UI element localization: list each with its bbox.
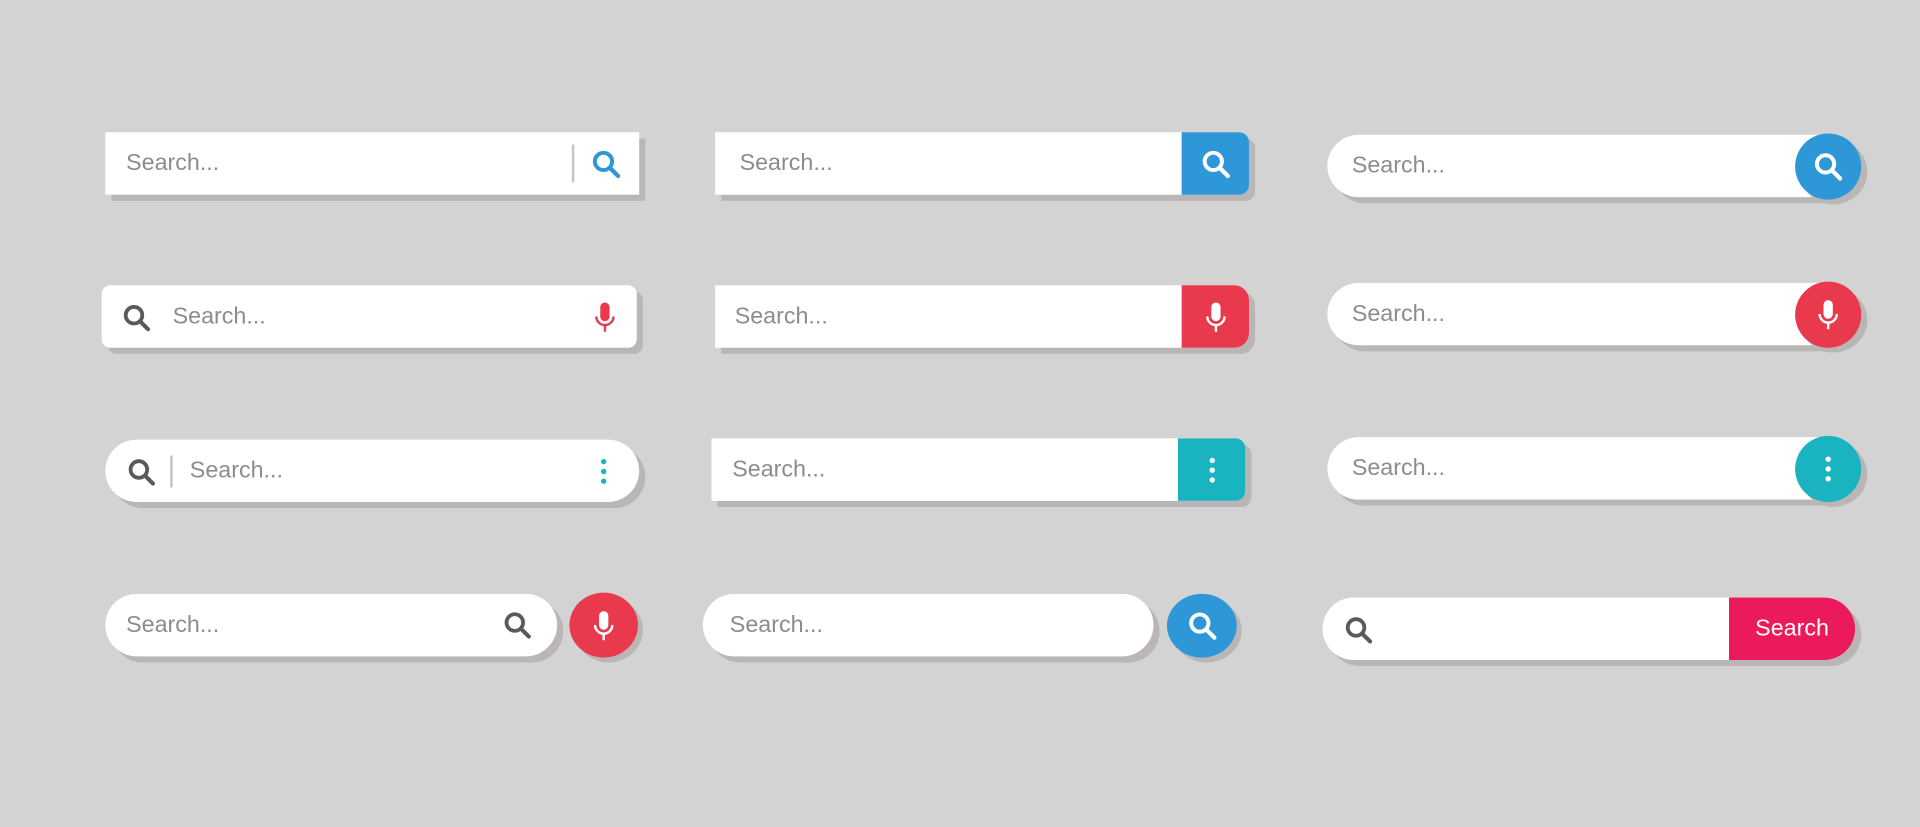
voice-search-button[interactable] bbox=[1795, 281, 1862, 348]
search-bar-11[interactable]: Search... bbox=[702, 593, 1154, 657]
search-icon bbox=[1199, 148, 1231, 180]
search-bar-collection: Search... Search... Search... Search... … bbox=[0, 0, 1920, 827]
search-bar-3[interactable]: Search... bbox=[1327, 133, 1862, 200]
search-icon[interactable] bbox=[590, 148, 622, 180]
search-button[interactable] bbox=[1166, 593, 1237, 658]
divider bbox=[170, 455, 173, 488]
search-input[interactable]: Search... bbox=[126, 594, 219, 656]
search-input[interactable]: Search... bbox=[740, 132, 833, 194]
search-icon bbox=[1186, 610, 1218, 642]
microphone-icon[interactable] bbox=[589, 300, 621, 334]
divider bbox=[571, 144, 575, 183]
search-icon bbox=[1812, 151, 1844, 183]
search-input[interactable]: Search... bbox=[126, 132, 219, 194]
search-button[interactable] bbox=[1181, 132, 1249, 195]
search-icon[interactable] bbox=[502, 610, 533, 641]
search-input[interactable]: Search... bbox=[1352, 135, 1445, 197]
more-vertical-icon bbox=[1197, 455, 1226, 484]
search-bar-4[interactable]: Search... bbox=[101, 285, 637, 348]
search-bar-7[interactable]: Search... bbox=[105, 439, 640, 503]
search-bar-6[interactable]: Search... bbox=[1327, 281, 1862, 348]
voice-search-button[interactable] bbox=[569, 592, 638, 658]
more-options-button[interactable] bbox=[1795, 435, 1862, 503]
more-vertical-icon bbox=[1813, 454, 1842, 483]
search-input[interactable]: Search... bbox=[1352, 437, 1445, 499]
search-input[interactable]: Search... bbox=[190, 440, 283, 502]
search-bar-8[interactable]: Search... bbox=[711, 438, 1246, 501]
search-button[interactable] bbox=[1795, 133, 1862, 200]
search-bar-12[interactable]: Search bbox=[1322, 597, 1856, 661]
search-button-label: Search bbox=[1755, 615, 1829, 642]
more-options-button[interactable] bbox=[1177, 438, 1246, 501]
microphone-icon bbox=[588, 608, 620, 642]
search-input[interactable] bbox=[1390, 598, 1721, 660]
microphone-icon bbox=[1199, 299, 1231, 333]
search-bar-9[interactable]: Search... bbox=[1327, 435, 1862, 503]
search-button[interactable]: Search bbox=[1728, 597, 1856, 661]
search-bar-10[interactable]: Search... bbox=[105, 593, 558, 657]
search-icon bbox=[1343, 615, 1374, 646]
search-input[interactable]: Search... bbox=[173, 285, 266, 347]
search-input[interactable]: Search... bbox=[732, 438, 825, 500]
microphone-icon bbox=[1812, 298, 1844, 332]
search-bar-5[interactable]: Search... bbox=[715, 285, 1249, 348]
voice-search-button[interactable] bbox=[1181, 285, 1249, 348]
search-icon bbox=[121, 302, 152, 333]
search-bar-1[interactable]: Search... bbox=[105, 132, 640, 195]
search-input[interactable]: Search... bbox=[1352, 283, 1445, 345]
more-vertical-icon[interactable] bbox=[589, 457, 618, 486]
search-input[interactable]: Search... bbox=[730, 594, 823, 656]
search-input[interactable]: Search... bbox=[735, 285, 828, 347]
search-bar-2[interactable]: Search... bbox=[715, 132, 1249, 195]
search-icon bbox=[126, 457, 157, 488]
